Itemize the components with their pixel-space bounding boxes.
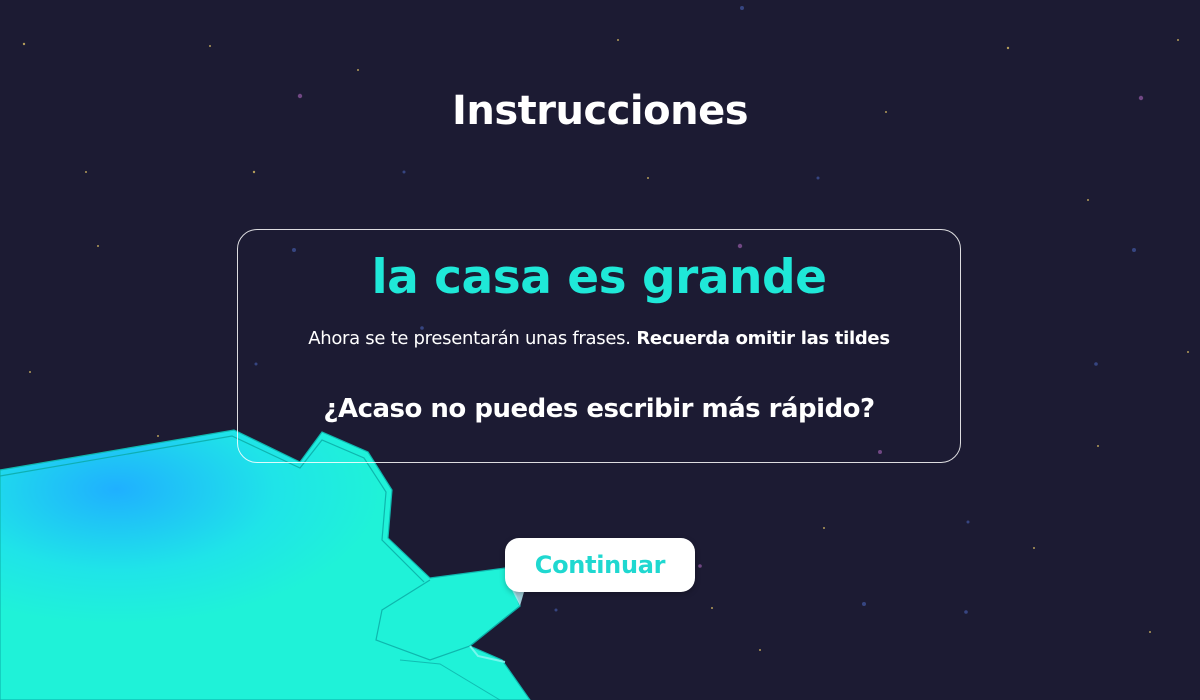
instructions-screen: Instrucciones la casa es grande Ahora se…: [0, 0, 1200, 700]
target-phrase: la casa es grande: [371, 250, 827, 305]
instruction-main: Ahora se te presentarán unas frases.: [308, 328, 631, 349]
instruction-emphasis: Recuerda omitir las tildes: [636, 328, 890, 349]
instruction-text: Ahora se te presentarán unas frases. Rec…: [238, 328, 960, 349]
challenge-text: ¿Acaso no puedes escribir más rápido?: [323, 394, 875, 424]
page-title: Instrucciones: [451, 88, 749, 134]
instruction-card: la casa es grande Ahora se te presentará…: [237, 229, 961, 463]
continue-button[interactable]: Continuar: [505, 538, 695, 592]
